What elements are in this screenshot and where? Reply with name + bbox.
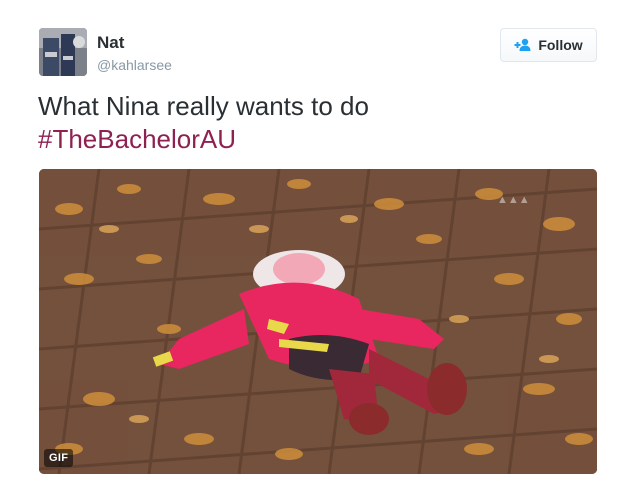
tweet-body: What Nina really wants to do [38,91,369,121]
user-handle[interactable]: @kahlarsee [97,56,172,74]
follow-button[interactable]: Follow [500,28,597,62]
gif-media[interactable]: ▲▲▲ [39,169,597,474]
svg-text:▲▲▲: ▲▲▲ [497,194,530,206]
follow-button-label: Follow [538,37,583,53]
tweet-card: Nat @kahlarsee Follow What Nina really w… [0,0,635,481]
avatar[interactable] [39,28,87,76]
hashtag-link[interactable]: #TheBachelorAU [38,124,236,154]
user-name[interactable]: Nat [97,33,124,53]
gif-badge: GIF [44,449,74,467]
tweet-text: What Nina really wants to do #TheBachelo… [38,90,598,156]
add-user-icon [514,38,531,51]
